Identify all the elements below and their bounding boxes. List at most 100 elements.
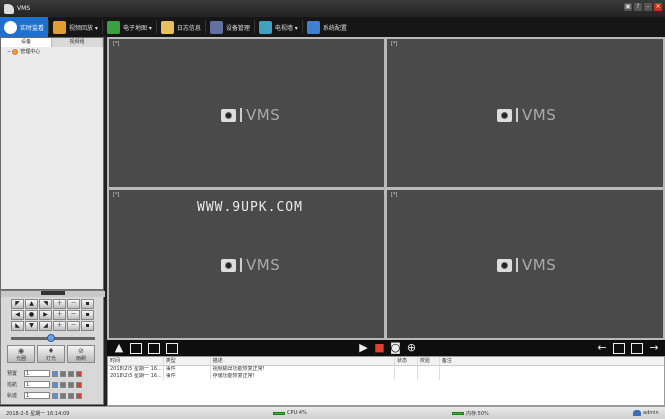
menu-item-1[interactable]: 视频回放 ▾	[49, 17, 102, 37]
ptz-button-10[interactable]: －	[67, 310, 80, 320]
window-title: VMS	[17, 5, 30, 12]
table-cell: 2018\2\5 星期一 16...	[108, 373, 164, 380]
layout-9-icon[interactable]	[166, 343, 178, 354]
track-edit-icon[interactable]	[60, 393, 66, 399]
layout-4-icon[interactable]	[130, 343, 142, 354]
previous-page-icon[interactable]: ←	[594, 341, 610, 355]
fullscreen-icon[interactable]	[148, 343, 160, 354]
cruise-dropdown-icon[interactable]	[52, 382, 58, 388]
preset-edit-icon[interactable]	[60, 371, 66, 377]
ptz-direction-grid: ◤▲◥＋－▪◀●▶＋－▪◣▼◢＋－▪	[11, 299, 95, 333]
tv-wall-icon	[259, 21, 272, 34]
column-header-check[interactable]: 校验	[418, 357, 440, 365]
gear-icon	[307, 21, 320, 34]
tab-devices[interactable]: 设备	[1, 38, 52, 47]
track-input[interactable]: 1	[24, 392, 50, 399]
column-header-status[interactable]: 状态	[395, 357, 418, 365]
ptz-button-13[interactable]: ▼	[25, 321, 38, 331]
column-header-type[interactable]: 类型	[164, 357, 211, 365]
table-cell	[395, 373, 418, 380]
preset-input[interactable]: 1	[24, 370, 50, 377]
wiper-button[interactable]: ⊘雨刷	[67, 345, 95, 363]
ptz-panel-header	[1, 291, 105, 297]
track-dropdown-icon[interactable]	[52, 393, 58, 399]
table-row[interactable]: 2018\2\5 星期一 16...事件存储功能恢复正常!	[108, 373, 664, 380]
camera-icon	[221, 109, 236, 122]
watermark-text: WWW.9UPK.COM	[197, 200, 303, 215]
ptz-button-11[interactable]: ▪	[81, 310, 94, 320]
track-play-icon[interactable]	[68, 393, 74, 399]
column-header-description[interactable]: 描述	[211, 357, 395, 365]
vms-logo-text: VMS	[246, 106, 280, 124]
cruise-play-icon[interactable]	[68, 382, 74, 388]
menu-item-4[interactable]: 设备管理	[206, 17, 254, 37]
ptz-button-4[interactable]: －	[67, 299, 80, 309]
window-controls: ▣ ? – ×	[624, 3, 662, 11]
slider-knob[interactable]	[47, 334, 55, 342]
window-mode-button[interactable]: ▣	[624, 3, 632, 11]
column-header-remark[interactable]: 备注	[440, 357, 664, 365]
table-cell	[440, 373, 664, 380]
next-page-icon[interactable]: →	[646, 341, 662, 355]
video-pane-4[interactable]: [*] VMS	[387, 190, 663, 338]
snapshot-camera-icon[interactable]: ◙	[388, 341, 404, 355]
table-row[interactable]: 2018\2\5 星期一 16...事件视频输出功能恢复正常!	[108, 366, 664, 373]
ptz-button-1[interactable]: ▲	[25, 299, 38, 309]
restore-view-icon[interactable]	[613, 343, 625, 354]
cruise-delete-icon[interactable]	[76, 382, 82, 388]
ptz-button-0[interactable]: ◤	[11, 299, 24, 309]
menu-item-6[interactable]: 系统配置	[303, 17, 351, 37]
tab-video-groups[interactable]: 视频组	[52, 38, 103, 47]
video-pane-2[interactable]: [*] VMS	[387, 39, 663, 187]
menu-item-label: 日志信息	[177, 23, 201, 32]
ptz-button-7[interactable]: ●	[25, 310, 38, 320]
cruise-edit-icon[interactable]	[60, 382, 66, 388]
ptz-button-16[interactable]: －	[67, 321, 80, 331]
ptz-button-8[interactable]: ▶	[39, 310, 52, 320]
ptz-button-12[interactable]: ◣	[11, 321, 24, 331]
record-icon[interactable]: ■	[372, 341, 388, 355]
menu-item-label: 电视墙 ▾	[275, 23, 298, 32]
preset-play-icon[interactable]	[68, 371, 74, 377]
menu-item-2[interactable]: 电子地图 ▾	[103, 17, 156, 37]
video-pane-1[interactable]: [*] VMS	[109, 39, 384, 187]
log-folder-icon	[161, 21, 174, 34]
preset-delete-icon[interactable]	[76, 371, 82, 377]
ptz-button-3[interactable]: ＋	[53, 299, 66, 309]
ptz-button-17[interactable]: ▪	[81, 321, 94, 331]
minimize-button[interactable]: –	[644, 3, 652, 11]
tree-item-label: 管理中心	[20, 48, 40, 55]
tree-expand-icon[interactable]: −	[7, 49, 11, 55]
alarm-warning-icon[interactable]: ▲	[111, 341, 127, 355]
cruise-row: 巡航 1	[7, 381, 82, 388]
cpu-meter-icon	[273, 412, 285, 415]
table-cell: 事件	[164, 366, 211, 373]
single-view-icon[interactable]	[631, 343, 643, 354]
preset-dropdown-icon[interactable]	[52, 371, 58, 377]
close-button[interactable]: ×	[654, 3, 662, 11]
memory-label: 内存:50%	[466, 410, 489, 417]
column-header-time[interactable]: 时间	[108, 357, 164, 365]
zoom-in-icon[interactable]: ⊕	[404, 341, 420, 355]
iris-button[interactable]: ◉光圈	[7, 345, 35, 363]
panel-grip-handle[interactable]	[41, 291, 65, 295]
ptz-speed-slider[interactable]	[11, 337, 95, 340]
ptz-button-15[interactable]: ＋	[53, 321, 66, 331]
ptz-button-9[interactable]: ＋	[53, 310, 66, 320]
ptz-button-5[interactable]: ▪	[81, 299, 94, 309]
menu-item-5[interactable]: 电视墙 ▾	[255, 17, 302, 37]
table-cell: 2018\2\5 星期一 16...	[108, 366, 164, 373]
light-button[interactable]: ♦灯光	[37, 345, 65, 363]
cruise-input[interactable]: 1	[24, 381, 50, 388]
ptz-button-6[interactable]: ◀	[11, 310, 24, 320]
menu-item-3[interactable]: 日志信息	[157, 17, 205, 37]
menu-item-0[interactable]: 实时监看	[0, 17, 48, 37]
track-delete-icon[interactable]	[76, 393, 82, 399]
light-icon: ♦	[38, 347, 64, 355]
ptz-button-2[interactable]: ◥	[39, 299, 52, 309]
ptz-button-14[interactable]: ◢	[39, 321, 52, 331]
play-icon[interactable]: ▶	[356, 341, 372, 355]
menu-item-label: 实时监看	[20, 23, 44, 32]
help-button[interactable]: ?	[634, 3, 642, 11]
tree-item-management-center[interactable]: − 管理中心	[1, 47, 103, 56]
